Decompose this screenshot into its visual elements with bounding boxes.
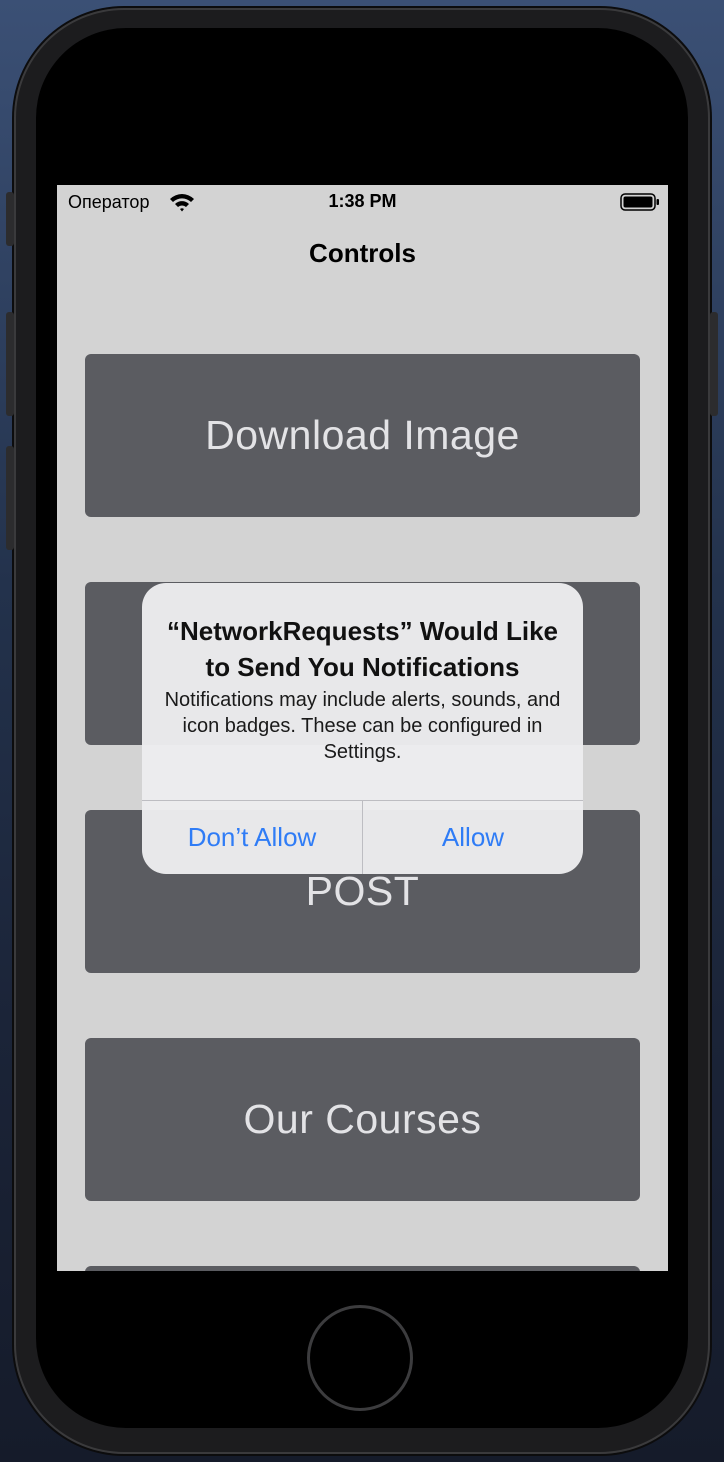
volume-down-button — [6, 446, 14, 550]
volume-up-button — [6, 312, 14, 416]
mute-switch — [6, 192, 14, 246]
dont-allow-button[interactable]: Don’t Allow — [142, 801, 362, 874]
home-button[interactable] — [307, 1305, 413, 1411]
alert-title: “NetworkRequests” Would Like to Send You… — [166, 616, 559, 682]
power-button — [710, 312, 718, 416]
alert-message: Notifications may include alerts, sounds… — [164, 689, 561, 763]
notification-permission-alert: “NetworkRequests” Would Like to Send You… — [142, 583, 583, 874]
app-screen: Оператор 1:38 PM Controls Download Image… — [57, 185, 668, 1271]
allow-button[interactable]: Allow — [363, 801, 583, 874]
